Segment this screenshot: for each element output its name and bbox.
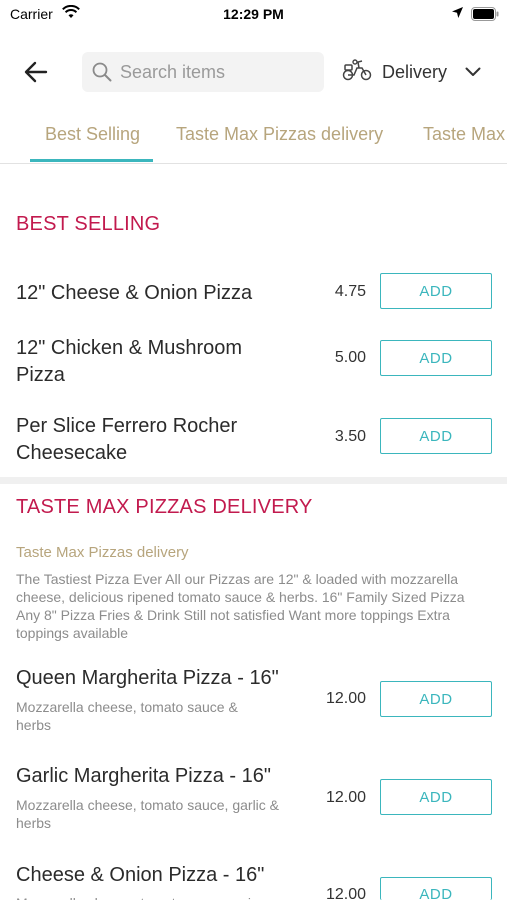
add-button[interactable]: ADD	[380, 779, 492, 815]
item-name: Cheese & Onion Pizza - 16"	[16, 864, 265, 886]
section-title-taste-max: TASTE MAX PIZZAS DELIVERY	[16, 496, 313, 518]
search-box[interactable]	[82, 52, 324, 92]
item-description: Mozzarella cheese, tomato sauce & herbs	[16, 699, 238, 733]
add-button[interactable]: ADD	[380, 877, 492, 900]
tab-taste-max[interactable]: Taste Max	[423, 124, 505, 145]
add-button[interactable]: ADD	[380, 273, 492, 309]
item-description: Mozzarella cheese, tomato sauce, garlic …	[16, 797, 280, 831]
section-title-best-selling: BEST SELLING	[16, 213, 161, 235]
clock: 12:29 PM	[223, 6, 284, 22]
battery-icon	[471, 7, 499, 26]
tab-taste-max-pizzas-delivery[interactable]: Taste Max Pizzas delivery	[176, 124, 383, 145]
item-name: 12" Cheese & Onion Pizza	[16, 282, 253, 304]
item-price: 5.00	[334, 349, 366, 366]
chevron-down-icon	[465, 67, 481, 77]
delivery-mode-label: Delivery	[382, 61, 448, 82]
active-tab-indicator	[30, 159, 153, 162]
tab-best-selling[interactable]: Best Selling	[45, 124, 140, 145]
item-name: Per Slice Ferrero Rocher Cheesecake	[16, 415, 238, 464]
item-price: 4.75	[334, 283, 366, 300]
section-divider	[0, 477, 507, 484]
item-price: 12.00	[325, 690, 366, 707]
back-button[interactable]	[20, 58, 52, 86]
category-description: The Tastiest Pizza Ever All our Pizzas a…	[16, 571, 465, 641]
search-icon	[92, 62, 112, 82]
category-tabs: Best Selling Taste Max Pizzas delivery T…	[0, 118, 507, 164]
item-name: 12" Chicken & Mushroom Pizza	[16, 337, 243, 386]
arrow-left-icon	[24, 61, 48, 83]
category-subtitle: Taste Max Pizzas delivery	[16, 544, 189, 561]
location-arrow-icon	[451, 6, 464, 24]
add-button[interactable]: ADD	[380, 681, 492, 717]
scooter-icon	[342, 58, 372, 86]
item-description: Mozzarella cheese, tomato sauce, onion	[16, 894, 301, 900]
item-name: Garlic Margherita Pizza - 16"	[16, 765, 271, 787]
delivery-mode-select[interactable]: Delivery	[342, 56, 481, 88]
add-button[interactable]: ADD	[380, 418, 492, 454]
search-input[interactable]	[120, 61, 310, 83]
header: Delivery	[0, 48, 507, 96]
item-name: Queen Margherita Pizza - 16"	[16, 667, 279, 689]
item-price: 12.00	[325, 886, 366, 900]
item-price: 3.50	[334, 428, 366, 445]
status-bar: Carrier 12:29 PM	[0, 0, 507, 30]
add-button[interactable]: ADD	[380, 340, 492, 376]
item-price: 12.00	[325, 789, 366, 806]
